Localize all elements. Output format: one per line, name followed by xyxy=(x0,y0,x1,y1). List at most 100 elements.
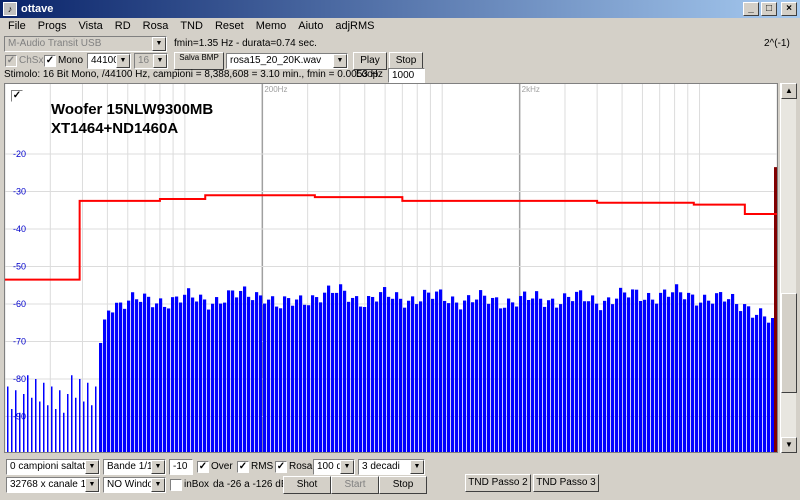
spectrum-bar xyxy=(155,303,159,452)
menu-memo[interactable]: Memo xyxy=(250,20,293,32)
loop-input[interactable]: 1000 xyxy=(388,68,425,83)
spectrum-bar xyxy=(87,382,89,452)
spectrum-bar xyxy=(339,284,343,452)
spectrum-bar xyxy=(675,284,679,452)
mono-checkbox[interactable]: ✓ xyxy=(44,55,56,67)
inbox-checkbox[interactable] xyxy=(170,479,182,491)
spectrum-bar xyxy=(615,298,619,452)
scroll-thumb[interactable] xyxy=(781,293,797,393)
spectrum-bar xyxy=(223,302,227,452)
device-select[interactable]: M-Audio Transit USB ▼ xyxy=(4,36,167,52)
tnd-step2-button[interactable]: TND Passo 2 xyxy=(465,474,531,492)
wav-file-select[interactable]: rosa15_20_20K.wav ▼ xyxy=(226,53,348,69)
offset-input[interactable]: -10 xyxy=(169,459,193,475)
spectrum-bar xyxy=(679,292,683,452)
spectrum-bar xyxy=(75,397,77,452)
chevron-down-icon: ▼ xyxy=(151,478,165,492)
menu-vista[interactable]: Vista xyxy=(72,20,108,32)
close-button[interactable]: × xyxy=(781,2,797,16)
x-tick-label: 200Hz xyxy=(264,85,287,94)
bands-select[interactable]: Bande 1/1 ▼ xyxy=(103,459,166,475)
spectrum-bar xyxy=(407,300,411,452)
menu-reset[interactable]: Reset xyxy=(209,20,250,32)
spectrum-bar xyxy=(35,379,37,452)
menu-aiuto[interactable]: Aiuto xyxy=(292,20,329,32)
spectrum-bar xyxy=(467,295,471,452)
power-readout: 2^(-1) xyxy=(764,38,790,49)
stop-bottom-button[interactable]: Stop xyxy=(379,476,427,494)
menu-file[interactable]: File xyxy=(2,20,32,32)
spectrum-bar xyxy=(303,304,307,452)
window-select[interactable]: NO Windows ▼ xyxy=(103,477,166,493)
spectrum-bar xyxy=(503,307,507,452)
scroll-up-icon[interactable]: ▲ xyxy=(781,83,797,99)
bits-select[interactable]: 16 ▼ xyxy=(134,53,168,69)
menu-rd[interactable]: RD xyxy=(109,20,137,32)
spectrum-bar xyxy=(583,301,587,452)
scroll-down-icon[interactable]: ▼ xyxy=(781,437,797,453)
menu-tnd[interactable]: TND xyxy=(174,20,209,32)
spectrum-bar xyxy=(263,303,267,452)
samples-select[interactable]: 32768 x canale 15 ▼ xyxy=(6,477,100,493)
spectrum-bar xyxy=(291,305,295,452)
plot-checkbox[interactable]: ✓ xyxy=(11,90,23,102)
spectrum-bar xyxy=(59,390,61,452)
y-tick-label: -30 xyxy=(13,187,26,197)
decades-select[interactable]: 3 decadi ▼ xyxy=(358,459,425,475)
spectrum-bar xyxy=(367,296,371,452)
skip-select[interactable]: 0 campioni saltati ▼ xyxy=(6,459,100,475)
spectrum-bar xyxy=(455,302,459,452)
vertical-scrollbar[interactable]: ▲ ▼ xyxy=(780,83,797,453)
chsx-checkbox[interactable]: ✓ xyxy=(5,55,17,67)
spectrum-bar xyxy=(139,301,143,452)
spectrum-bar xyxy=(515,306,519,452)
over-checkbox[interactable]: ✓ xyxy=(197,461,209,473)
tnd-step3-button[interactable]: TND Passo 3 xyxy=(533,474,599,492)
spectrum-bar xyxy=(227,290,231,452)
spectrum-bar xyxy=(527,299,531,452)
samples-value: 32768 x canale 15 xyxy=(10,479,92,490)
menu-progs[interactable]: Progs xyxy=(32,20,73,32)
spectrum-bar xyxy=(199,294,203,452)
spectrum-bar xyxy=(103,319,107,452)
fmin-info: fmin=1.35 Hz - durata=0.74 sec. xyxy=(174,38,317,49)
bands-value: Bande 1/1 xyxy=(107,461,153,472)
spectrum-bar xyxy=(411,296,415,452)
skip-value: 0 campioni saltati xyxy=(10,461,88,472)
spectrum-bar xyxy=(599,310,603,452)
spectrum-bar xyxy=(727,299,731,452)
spectrum-bar xyxy=(79,379,81,452)
start-button[interactable]: Start xyxy=(331,476,379,494)
title-bar[interactable]: ♪ ottave _ □ × xyxy=(0,0,800,18)
spectrum-bar xyxy=(575,291,579,452)
minimize-button[interactable]: _ xyxy=(743,2,759,16)
y-tick-label: -40 xyxy=(13,224,26,234)
samplerate-select[interactable]: 44100 ▼ xyxy=(87,53,131,69)
menu-rosa[interactable]: Rosa xyxy=(137,20,175,32)
menu-adjrms[interactable]: adjRMS xyxy=(329,20,380,32)
spectrum-bar xyxy=(271,296,275,452)
rms-checkbox[interactable]: ✓ xyxy=(237,461,249,473)
spectrum-bar xyxy=(511,302,515,452)
rosa-checkbox[interactable]: ✓ xyxy=(275,461,287,473)
spectrum-bar xyxy=(359,306,363,452)
spectrum-bar xyxy=(419,301,423,452)
spectrum-bar xyxy=(27,375,29,452)
spectrum-bar xyxy=(459,309,463,452)
chevron-down-icon: ▼ xyxy=(340,460,354,474)
spectrum-bar xyxy=(343,290,347,452)
spectrum-bar xyxy=(283,296,287,452)
app-icon[interactable]: ♪ xyxy=(3,2,17,16)
spectrum-bar xyxy=(687,292,691,452)
y-tick-label: -80 xyxy=(13,374,26,384)
spectrum-bar xyxy=(747,306,751,452)
spectrum-bar xyxy=(491,297,495,452)
spectrum-bar xyxy=(499,308,503,452)
db-range-select[interactable]: 100 dB ▼ xyxy=(313,459,355,475)
wav-file-value: rosa15_20_20K.wav xyxy=(230,55,322,66)
spectrum-bar xyxy=(235,297,239,452)
spectrum-bar xyxy=(603,300,607,452)
spectrum-bar xyxy=(475,299,479,452)
maximize-button[interactable]: □ xyxy=(761,2,777,16)
shot-button[interactable]: Shot xyxy=(283,476,331,494)
